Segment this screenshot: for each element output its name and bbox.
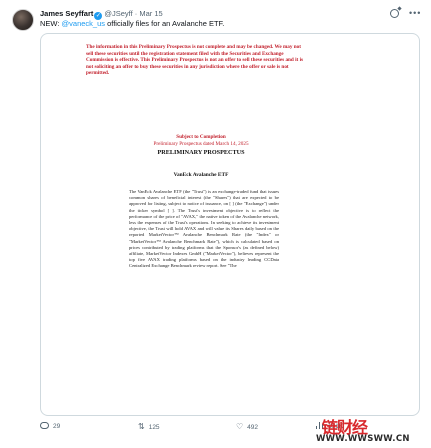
tweet-text-suffix: officially files for an Avalanche ETF. — [105, 19, 225, 28]
more-options-icon[interactable]: ••• — [409, 8, 421, 18]
heart-icon: ♡ — [236, 422, 244, 431]
prospectus-body: The VanEck Avalanche ETF (the "Trust") i… — [129, 189, 279, 269]
author-name[interactable]: James Seyffart — [40, 9, 93, 18]
tweet-date[interactable]: Mar 15 — [139, 9, 162, 18]
grok-icon[interactable] — [390, 9, 399, 18]
like-button[interactable]: ♡ 492 — [236, 420, 258, 434]
header-separator: · — [134, 9, 138, 18]
retweet-button[interactable]: ⇅ 125 — [138, 420, 160, 434]
tweet-text-prefix: NEW: — [40, 19, 62, 28]
like-count: 492 — [247, 424, 259, 431]
retweet-icon: ⇅ — [138, 422, 145, 431]
mention-link[interactable]: @vaneck_us — [62, 19, 105, 28]
subject-to-completion: Subject to Completion — [176, 134, 226, 140]
trust-name: VanEck Avalanche ETF — [173, 172, 229, 178]
prospectus-page: The information in this Preliminary Pros… — [41, 34, 419, 415]
preliminary-prospectus-heading: PRELIMINARY PROSPECTUS — [157, 149, 245, 156]
attached-document-image[interactable]: The information in this Preliminary Pros… — [40, 33, 420, 416]
avatar[interactable] — [12, 9, 34, 31]
retweet-count: 125 — [148, 424, 160, 431]
reply-button[interactable]: 29 — [40, 420, 60, 434]
watermark-logo: 链财经 WWW.WWSWW.CN — [316, 414, 426, 446]
red-herring-notice: The information in this Preliminary Pros… — [86, 44, 304, 77]
tweet: James Seyffart ✓ @JSeyff · Mar 15 ••• NEW:… — [0, 0, 431, 448]
author-handle[interactable]: @JSeyff — [104, 9, 132, 18]
reply-count: 29 — [53, 423, 61, 430]
tweet-text: NEW: @vaneck_us officially files for an … — [40, 19, 224, 29]
watermark-url: WWW.WWSWW.CN — [316, 434, 410, 444]
prospectus-date: Preliminary Prospectus dated March 14, 2… — [153, 141, 249, 147]
reply-icon — [40, 422, 49, 429]
